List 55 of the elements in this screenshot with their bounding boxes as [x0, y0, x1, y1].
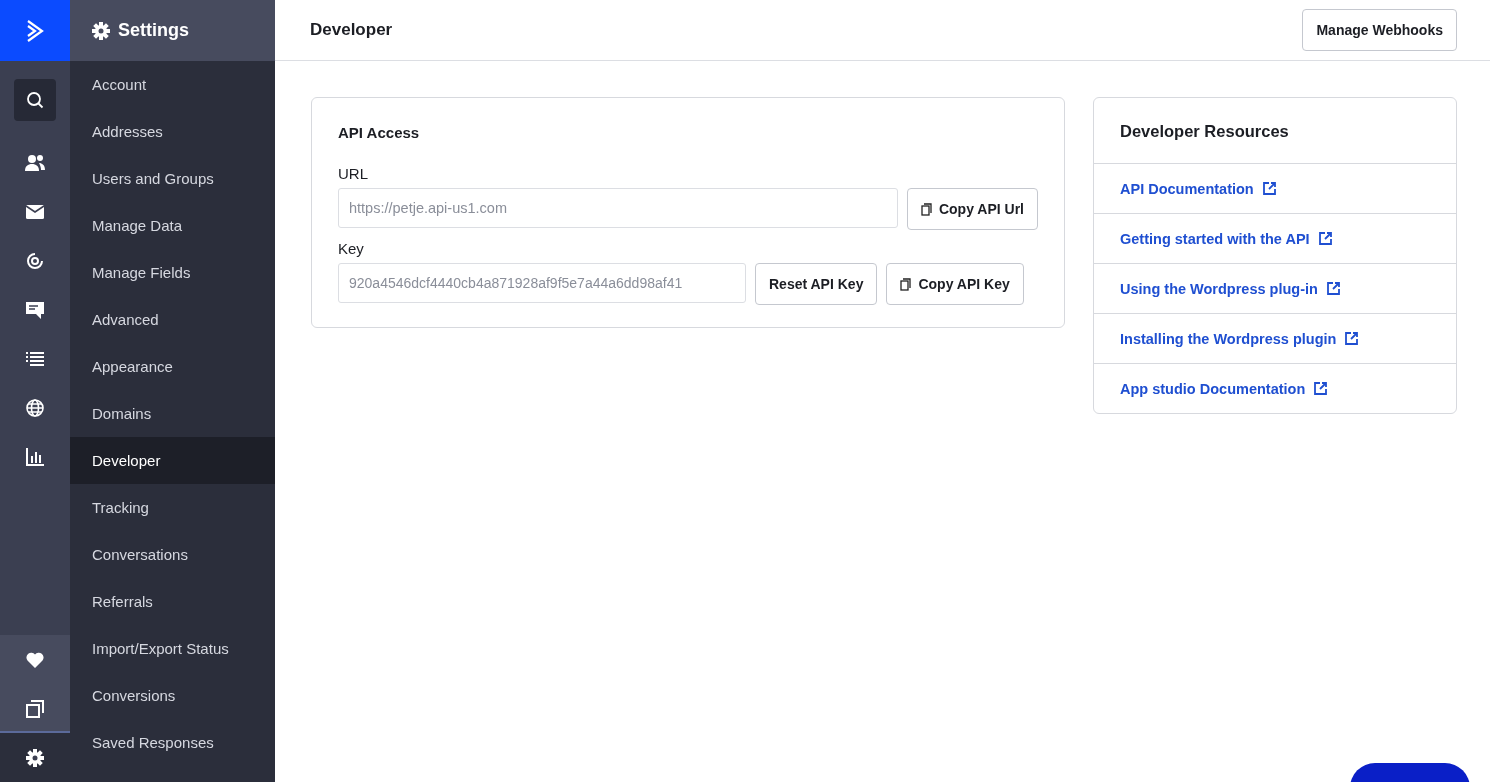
- resource-link[interactable]: API Documentation: [1120, 180, 1254, 197]
- list-icon: [26, 351, 44, 367]
- target-icon: [26, 252, 44, 270]
- sidebar-item[interactable]: Referrals: [70, 578, 275, 625]
- sidebar-item[interactable]: Appearance: [70, 343, 275, 390]
- copy-icon: [920, 202, 932, 216]
- rail-button[interactable]: [14, 79, 56, 121]
- sidebar-item[interactable]: Manage Data: [70, 202, 275, 249]
- reset-key-button[interactable]: Reset API Key: [755, 263, 878, 305]
- sidebar-item[interactable]: Users and Groups: [70, 155, 275, 202]
- resource-link[interactable]: Using the Wordpress plug-in: [1120, 280, 1318, 297]
- manage-webhooks-button[interactable]: Manage Webhooks: [1302, 9, 1457, 51]
- windows-icon: [26, 699, 44, 718]
- search-icon: [26, 91, 44, 109]
- sidebar-title: Settings: [118, 20, 189, 41]
- card-title: Developer Resources: [1094, 98, 1456, 164]
- logo-tile[interactable]: [0, 0, 70, 61]
- copy-key-button[interactable]: Copy API Key: [886, 263, 1024, 305]
- external-link-icon: [1262, 182, 1276, 195]
- contacts-icon: [25, 154, 45, 172]
- copy-icon: [900, 277, 912, 291]
- rail-button[interactable]: [0, 635, 70, 684]
- sidebar-item[interactable]: Conversations: [70, 531, 275, 578]
- page-title: Developer: [310, 20, 393, 40]
- external-link-icon: [1314, 382, 1328, 395]
- field-label: URL: [338, 165, 369, 182]
- settings-icon: [26, 748, 44, 767]
- external-link-icon: [1326, 282, 1340, 295]
- sidebar-item[interactable]: Saved Responses: [70, 719, 275, 766]
- sidebar-item[interactable]: Domains: [70, 390, 275, 437]
- sidebar-item[interactable]: Account: [70, 61, 275, 108]
- sidebar-item[interactable]: Import/Export Status: [70, 625, 275, 672]
- sidebar-item[interactable]: Addresses: [70, 108, 275, 155]
- sidebar-item[interactable]: Developer: [70, 437, 275, 484]
- chat-icon: [26, 301, 44, 319]
- field-label: Key: [338, 240, 365, 257]
- globe-icon: [26, 399, 44, 417]
- heart-icon: [26, 651, 44, 668]
- card-title: API Access: [338, 124, 421, 141]
- rail-button[interactable]: [0, 733, 70, 782]
- sidebar-item[interactable]: Manage Fields: [70, 249, 275, 296]
- resource-link[interactable]: Installing the Wordpress plugin: [1120, 330, 1337, 347]
- sidebar-item[interactable]: Tracking: [70, 484, 275, 531]
- copy-url-button[interactable]: Copy API Url: [906, 188, 1038, 230]
- resource-link[interactable]: App studio Documentation: [1120, 380, 1306, 397]
- sidebar-item[interactable]: Advanced: [70, 296, 275, 343]
- resource-link[interactable]: Getting started with the API: [1120, 230, 1310, 247]
- external-link-icon: [1345, 332, 1359, 345]
- rail-button[interactable]: [0, 684, 70, 733]
- chevron-logo-icon: [25, 18, 45, 43]
- settings-icon: [92, 21, 110, 40]
- bar-chart-icon: [26, 448, 44, 466]
- external-link-icon: [1318, 232, 1332, 245]
- sidebar-item[interactable]: Conversions: [70, 672, 275, 719]
- envelope-icon: [26, 205, 44, 219]
